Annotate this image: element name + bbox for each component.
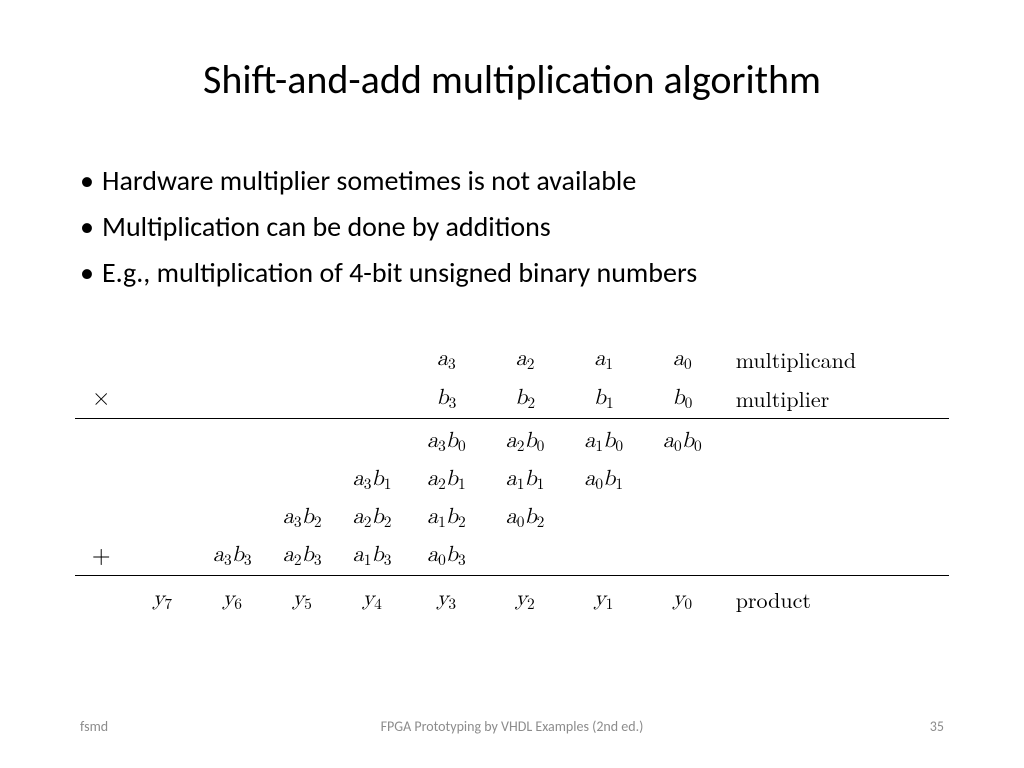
- bullet-dot-icon: •: [80, 160, 102, 202]
- row-partial-product: a3b2 a2b2 a1b2 a0b2: [75, 499, 949, 537]
- cell: a1b2: [407, 499, 486, 537]
- slide-footer: fsmd FPGA Prototyping by VHDL Examples (…: [0, 718, 1024, 738]
- cell: a0b0: [643, 423, 722, 461]
- cell: b2: [486, 379, 565, 419]
- cell: a0b3: [407, 537, 486, 576]
- bullet-dot-icon: •: [80, 206, 102, 248]
- cell: a1b0: [564, 423, 643, 461]
- row-multiplier: × b3 b2 b1 b0 multiplier: [75, 379, 949, 419]
- row-partial-product: a3b1 a2b1 a1b1 a0b1: [75, 461, 949, 499]
- row-partial-product: a3b0 a2b0 a1b0 a0b0: [75, 423, 949, 461]
- cell: a2b2: [337, 499, 407, 537]
- cell: a3b3: [197, 537, 267, 576]
- cell: a1: [564, 340, 643, 379]
- cell: a2: [486, 340, 565, 379]
- bullet-list: • Hardware multiplier sometimes is not a…: [80, 160, 944, 298]
- cell: y5: [267, 580, 337, 619]
- times-icon: ×: [75, 379, 127, 419]
- row-multiplicand: a3 a2 a1 a0 multiplicand: [75, 340, 949, 379]
- cell: a0b2: [486, 499, 565, 537]
- cell: a3b1: [337, 461, 407, 499]
- bullet-item: • Hardware multiplier sometimes is not a…: [80, 160, 944, 202]
- cell: a3b0: [407, 423, 486, 461]
- cell: y3: [407, 580, 486, 619]
- row-partial-product: + a3b3 a2b3 a1b3 a0b3: [75, 537, 949, 576]
- row-label: multiplier: [722, 379, 949, 419]
- cell: b3: [407, 379, 486, 419]
- plus-icon: +: [75, 537, 127, 576]
- cell: a2b0: [486, 423, 565, 461]
- cell: a1b3: [337, 537, 407, 576]
- multiplication-table: a3 a2 a1 a0 multiplicand × b3 b2 b1 b0 m…: [75, 340, 949, 619]
- cell: a2b3: [267, 537, 337, 576]
- bullet-text: E.g., multiplication of 4-bit unsigned b…: [102, 252, 697, 294]
- cell: y6: [197, 580, 267, 619]
- cell: a3: [407, 340, 486, 379]
- bullet-text: Hardware multiplier sometimes is not ava…: [102, 160, 636, 202]
- cell: a1b1: [486, 461, 565, 499]
- row-label: multiplicand: [722, 340, 949, 379]
- cell: y4: [337, 580, 407, 619]
- cell: a3b2: [267, 499, 337, 537]
- bullet-item: • E.g., multiplication of 4-bit unsigned…: [80, 252, 944, 294]
- cell: y2: [486, 580, 565, 619]
- bullet-dot-icon: •: [80, 252, 102, 294]
- row-label: product: [722, 580, 949, 619]
- row-product: y7 y6 y5 y4 y3 y2 y1 y0 product: [75, 580, 949, 619]
- cell: a0: [643, 340, 722, 379]
- footer-page-number: 35: [930, 718, 944, 735]
- cell: y1: [564, 580, 643, 619]
- bullet-text: Multiplication can be done by additions: [102, 206, 551, 248]
- slide-title: Shift-and-add multiplication algorithm: [0, 55, 1024, 104]
- cell: b0: [643, 379, 722, 419]
- cell: b1: [564, 379, 643, 419]
- bullet-item: • Multiplication can be done by addition…: [80, 206, 944, 248]
- cell: a2b1: [407, 461, 486, 499]
- footer-center: FPGA Prototyping by VHDL Examples (2nd e…: [0, 718, 1024, 735]
- cell: y0: [643, 580, 722, 619]
- slide: Shift-and-add multiplication algorithm •…: [0, 0, 1024, 768]
- cell: a0b1: [564, 461, 643, 499]
- cell: y7: [127, 580, 197, 619]
